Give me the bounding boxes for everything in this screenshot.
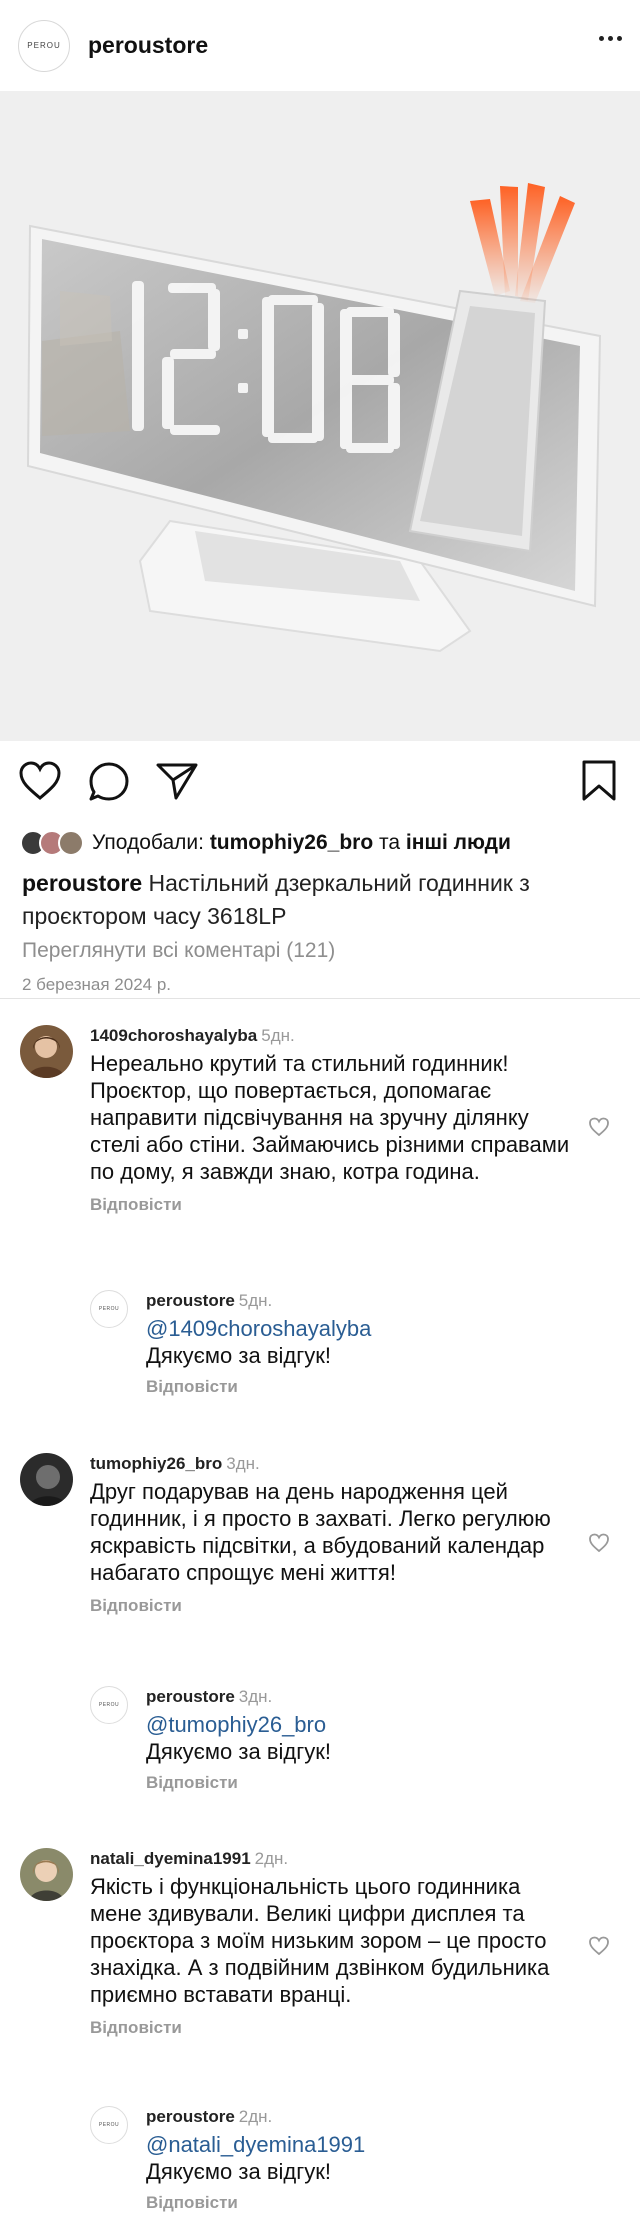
post-header: PEROU peroustore (0, 0, 640, 91)
post-date: 2 березная 2024 р. (22, 975, 171, 994)
reply-button[interactable]: Відповісти (146, 1377, 586, 1397)
comment-text: Друг подарував на день народження цей го… (90, 1479, 551, 1585)
avatar[interactable] (20, 1025, 73, 1078)
heart-icon[interactable] (588, 1936, 610, 1956)
reply-mention[interactable]: @tumophiy26_bro (146, 1711, 586, 1738)
more-dots-icon[interactable] (599, 36, 622, 41)
reply-time: 2дн. (238, 2107, 273, 2126)
likes-others[interactable]: інші люди (406, 831, 511, 855)
likes-and: та (379, 831, 401, 854)
heart-icon[interactable] (18, 761, 62, 801)
comment-time: 3дн. (226, 1454, 260, 1473)
reply-button[interactable]: Відповісти (146, 1773, 586, 1793)
comment-username[interactable]: natali_dyemina1991 (90, 1849, 251, 1868)
heart-icon[interactable] (588, 1533, 610, 1553)
comment-username[interactable]: 1409choroshayalyba (90, 1026, 257, 1045)
comment-body: 1409choroshayalyba 5дн. Нереально крутий … (90, 1025, 570, 1215)
avatar[interactable] (20, 1453, 73, 1506)
reply-body: peroustore 5дн. @1409choroshayalyba Дякує… (146, 1290, 586, 1397)
reply-text: Дякуємо за відгук! (146, 1739, 331, 1764)
reply-body: peroustore 3дн. @tumophiy26_bro Дякуємо з… (146, 1686, 586, 1793)
comment-username[interactable]: tumophiy26_bro (90, 1454, 222, 1473)
account-logo-text: PEROU (27, 41, 61, 50)
reply-text: Дякуємо за відгук! (146, 2159, 331, 2184)
post-caption: peroustore Настільний дзеркальний годинн… (0, 861, 640, 933)
reply-mention[interactable]: @1409choroshayalyba (146, 1315, 586, 1342)
avatar[interactable]: PEROU (90, 2106, 128, 2144)
avatar[interactable]: PEROU (90, 1686, 128, 1724)
comment-body: tumophiy26_bro 3дн. Друг подарував на ден… (90, 1453, 570, 1616)
heart-icon[interactable] (588, 1117, 610, 1137)
comment-body: natali_dyemina1991 2дн. Якість і функціон… (90, 1848, 570, 2038)
comment-icon[interactable] (88, 761, 130, 803)
likes-row[interactable]: Уподобали: tumophiy26_bro та інші люди (0, 825, 640, 861)
reply-text: Дякуємо за відгук! (146, 1343, 331, 1368)
send-icon[interactable] (155, 761, 199, 801)
caption-user[interactable]: peroustore (22, 870, 142, 896)
reply-time: 3дн. (238, 1687, 273, 1706)
comment-text: Нереально крутий та стильний годинник! П… (90, 1051, 570, 1184)
reply-time: 5дн. (238, 1291, 273, 1310)
account-name[interactable]: peroustore (88, 32, 208, 59)
reply-body: peroustore 2дн. @natali_dyemina1991 Дякує… (146, 2106, 586, 2213)
reply-button[interactable]: Відповісти (90, 2018, 570, 2038)
reply-logo-text: PEROU (98, 1306, 120, 1312)
divider (0, 998, 640, 999)
action-bar (0, 741, 640, 825)
reply-logo-text: PEROU (98, 1702, 120, 1708)
likes-prefix: Уподобали: (92, 831, 204, 854)
reply-button[interactable]: Відповісти (146, 2193, 586, 2213)
account-avatar[interactable]: PEROU (18, 19, 70, 72)
comment-time: 2дн. (254, 1849, 289, 1868)
avatar (58, 830, 84, 856)
avatar[interactable] (20, 1848, 73, 1901)
likes-user[interactable]: tumophiy26_bro (210, 831, 373, 855)
reply-button[interactable]: Відповісти (90, 1195, 570, 1215)
clock-product-image (26, 183, 602, 653)
reply-username[interactable]: peroustore (146, 2107, 235, 2126)
liker-avatars (20, 830, 84, 856)
reply-logo-text: PEROU (98, 2122, 120, 2128)
reply-mention[interactable]: @natali_dyemina1991 (146, 2131, 586, 2158)
reply-username[interactable]: peroustore (146, 1291, 235, 1310)
comment-text: Якість і функціональність цього годинник… (90, 1874, 550, 2007)
view-all-comments-link[interactable]: Переглянути всі коментарі (121) (0, 933, 640, 963)
avatar[interactable]: PEROU (90, 1290, 128, 1328)
comment-time: 5дн. (261, 1026, 295, 1045)
reply-username[interactable]: peroustore (146, 1687, 235, 1706)
reply-button[interactable]: Відповісти (90, 1596, 570, 1616)
post-image[interactable] (0, 91, 640, 741)
bookmark-icon[interactable] (580, 759, 618, 803)
